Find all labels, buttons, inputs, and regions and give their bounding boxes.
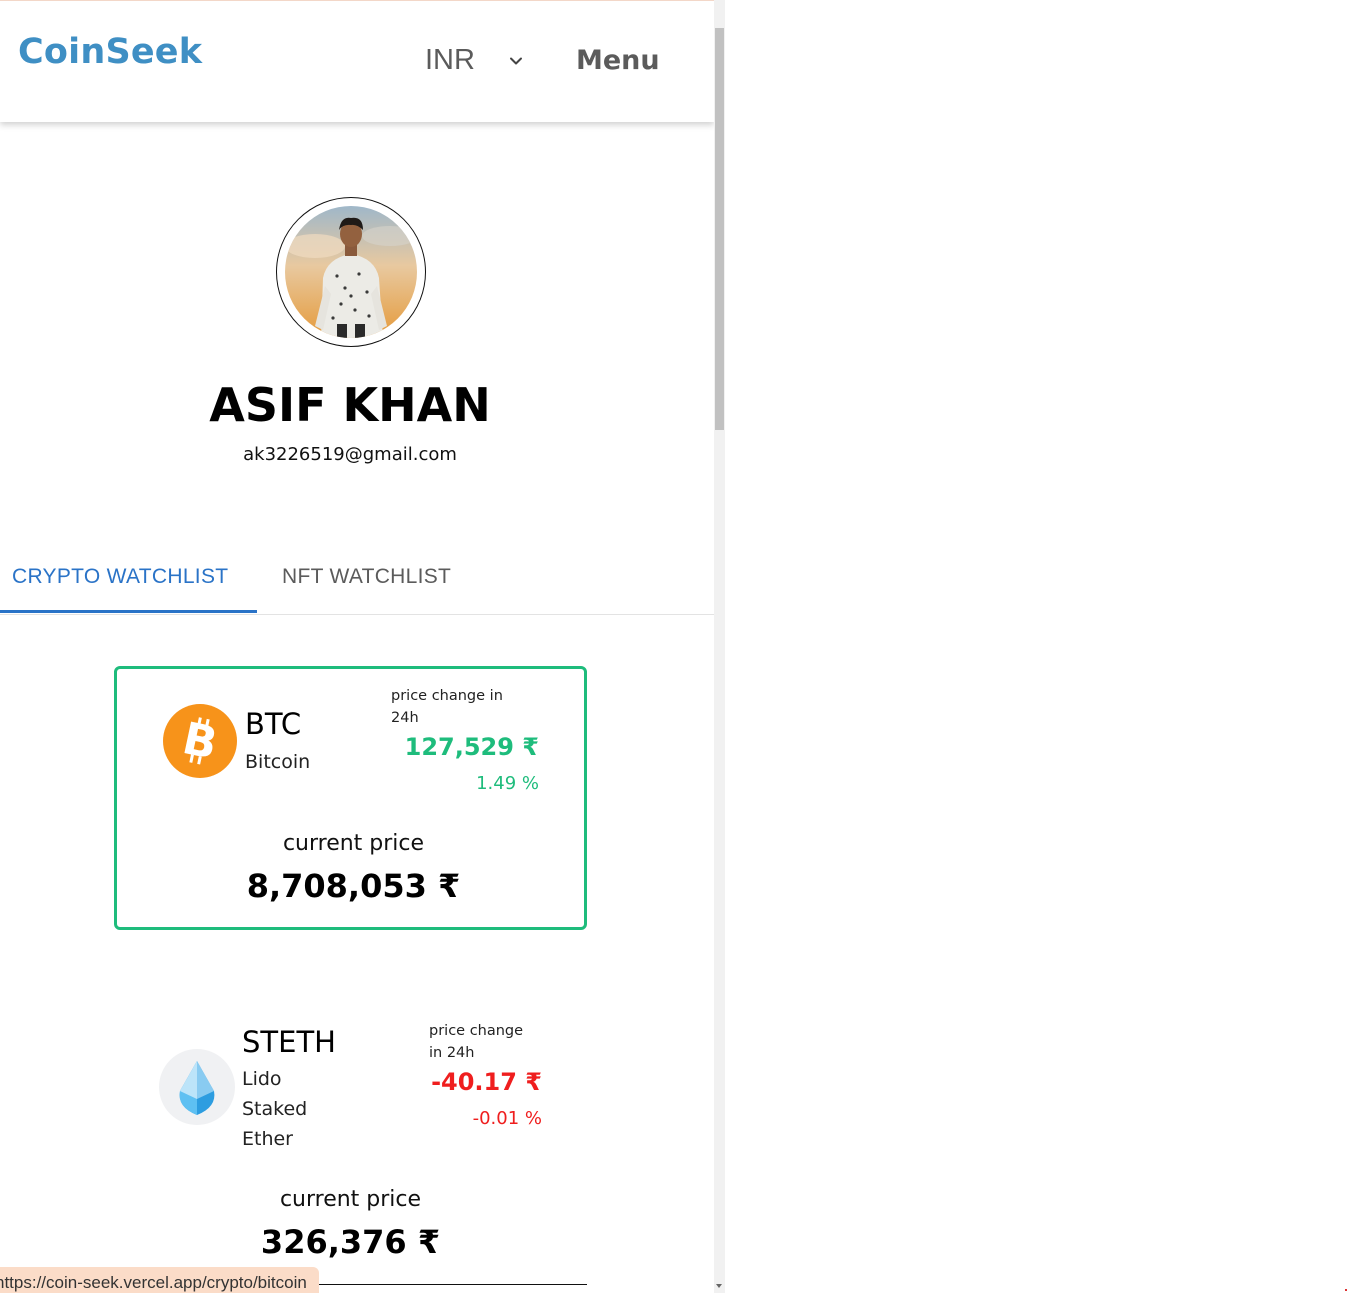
- bitcoin-icon: B: [163, 704, 237, 778]
- steth-drop-icon: [159, 1049, 235, 1125]
- user-name: ASIF KHAN: [209, 378, 491, 432]
- coin-symbol: STETH: [242, 1025, 336, 1059]
- link-status-bar: https://coin-seek.vercel.app/crypto/bitc…: [0, 1267, 319, 1293]
- tab-nft-watchlist[interactable]: NFT WATCHLIST: [282, 565, 451, 589]
- vertical-scrollbar[interactable]: [714, 0, 725, 1293]
- scroll-down-arrow-icon[interactable]: [716, 1284, 722, 1288]
- price-change-label-line: price change in: [391, 688, 503, 704]
- coin-name: Lido Staked Ether: [242, 1064, 307, 1154]
- app-viewport: CoinSeek INR Menu ASIF KHAN ak3226519@gm…: [0, 0, 714, 1293]
- coin-name-line: Staked: [242, 1098, 308, 1120]
- scrollbar-thumb[interactable]: [715, 28, 724, 430]
- price-change-label-line: in 24h: [429, 1045, 475, 1061]
- menu-button[interactable]: Menu: [576, 45, 660, 76]
- current-price-value: 326,376 ₹: [260, 1223, 441, 1261]
- coin-name-line: Ether: [242, 1128, 293, 1150]
- current-price-label: current price: [279, 1187, 422, 1212]
- price-change-label: price change in 24h: [429, 1020, 523, 1064]
- price-change-percent: -0.01 %: [472, 1108, 542, 1129]
- avatar: [285, 206, 417, 338]
- price-change-label-line: price change: [429, 1023, 524, 1039]
- price-change-value: -40.17 ₹: [431, 1068, 542, 1096]
- user-email: ak3226519@gmail.com: [243, 444, 457, 465]
- watchlist-card-btc[interactable]: B BTC Bitcoin price change in 24h 127,52…: [114, 666, 587, 930]
- coin-name-line: Lido: [242, 1068, 282, 1090]
- current-price-value: 8,708,053 ₹: [246, 867, 461, 905]
- avatar-photo: [285, 206, 417, 338]
- corner-marker: [1345, 1289, 1347, 1291]
- price-change-label: price change in 24h: [391, 685, 503, 729]
- brand-logo[interactable]: CoinSeek: [18, 32, 202, 72]
- price-change-value: 127,529 ₹: [404, 733, 539, 761]
- current-price-label: current price: [282, 831, 425, 856]
- watchlist-tabs: CRYPTO WATCHLIST NFT WATCHLIST: [0, 541, 714, 615]
- tab-crypto-watchlist[interactable]: CRYPTO WATCHLIST: [12, 565, 228, 589]
- price-change-label-line: 24h: [391, 710, 419, 726]
- chevron-down-icon[interactable]: [508, 53, 524, 69]
- currency-select[interactable]: INR: [425, 44, 475, 77]
- active-tab-indicator: [0, 610, 257, 613]
- price-change-percent: 1.49 %: [476, 773, 539, 794]
- top-navbar: CoinSeek INR Menu: [0, 1, 714, 122]
- status-url: https://coin-seek.vercel.app/crypto/bitc…: [0, 1273, 307, 1292]
- watchlist-card-steth[interactable]: STETH Lido Staked Ether price change in …: [114, 1001, 587, 1285]
- coin-name: Bitcoin: [245, 751, 311, 773]
- coin-symbol: BTC: [245, 707, 302, 741]
